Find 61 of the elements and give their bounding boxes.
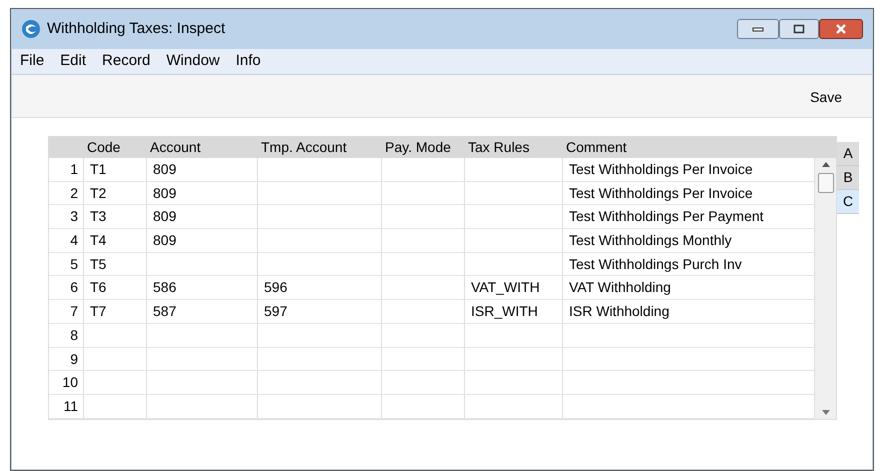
table-cell: T3 (90, 208, 106, 224)
table-cell: ISR_WITH (471, 303, 538, 320)
menu-item[interactable]: Info (236, 50, 261, 73)
close-button[interactable] (819, 19, 863, 39)
row-number: 2 (49, 182, 84, 204)
side-tab[interactable]: A (837, 142, 859, 166)
save-button[interactable]: Save (810, 87, 842, 108)
table-cell: T1 (90, 161, 106, 177)
row-number: 7 (49, 300, 84, 323)
table-cell: Test Withholdings Per Invoice (569, 184, 753, 201)
row-number: 10 (49, 371, 84, 394)
table-cell: VAT Withholding (569, 279, 671, 296)
row-number: 9 (49, 348, 84, 370)
table-cell: 587 (153, 303, 176, 320)
column-header: Account (149, 138, 202, 157)
column-header: Code (86, 138, 122, 157)
maximize-icon (793, 24, 805, 34)
table-cell: T7 (90, 303, 106, 320)
row-number: 1 (49, 158, 84, 181)
row-number: 5 (49, 252, 84, 276)
table-cell: 809 (153, 184, 176, 201)
side-tab[interactable]: C (837, 190, 859, 214)
row-number: 4 (49, 229, 84, 252)
table-cell: Test Withholdings Per Payment (569, 208, 764, 224)
table-cell: VAT_WITH (471, 279, 540, 296)
minimize-icon (752, 26, 764, 32)
row-number: 8 (49, 324, 84, 346)
menu-item[interactable]: Record (102, 50, 150, 73)
column-header: Pay. Mode (384, 138, 452, 157)
table-cell: Test Withholdings Per Invoice (569, 161, 753, 177)
minimize-button[interactable] (737, 19, 779, 39)
side-tab[interactable]: B (837, 166, 859, 190)
table-cell: 596 (264, 279, 288, 296)
table-cell: 809 (153, 161, 176, 177)
column-header: Tax Rules (467, 138, 530, 157)
row-number: 6 (49, 276, 84, 300)
scroll-down-icon[interactable] (822, 410, 830, 415)
table-cell: Test Withholdings Purch Inv (569, 256, 742, 272)
row-number: 11 (49, 394, 84, 418)
table-cell: Test Withholdings Monthly (569, 232, 732, 248)
table-cell: T4 (90, 232, 106, 248)
close-icon (835, 24, 847, 34)
window-title: Withholding Taxes: Inspect (47, 18, 226, 39)
column-header: Tmp. Account (260, 138, 348, 157)
maximize-button[interactable] (779, 19, 819, 39)
table-cell: T6 (90, 279, 106, 296)
table-cell: 597 (264, 303, 288, 320)
menu-item[interactable]: Window (166, 50, 220, 73)
scroll-thumb[interactable] (818, 173, 834, 193)
table-cell: ISR Withholding (569, 303, 670, 320)
table-cell: T5 (90, 256, 106, 272)
table-cell: 809 (153, 208, 176, 224)
menu-item[interactable]: Edit (60, 50, 86, 73)
table-cell: T2 (90, 184, 106, 201)
row-number: 3 (49, 205, 84, 228)
table-cell: 809 (153, 232, 176, 248)
menu-item[interactable]: File (20, 50, 44, 73)
table-cell: 586 (153, 279, 176, 296)
app-logo-icon (21, 19, 41, 39)
column-header: Comment (565, 138, 628, 157)
scroll-up-icon[interactable] (822, 162, 830, 167)
